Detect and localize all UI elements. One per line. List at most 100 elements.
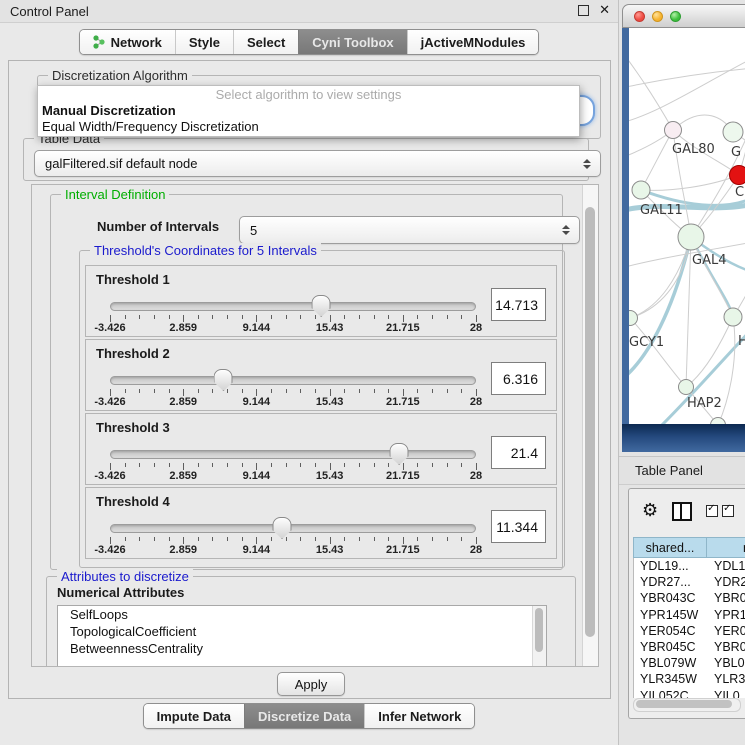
apply-button[interactable]: Apply <box>277 672 345 696</box>
slider-thumb[interactable] <box>273 517 292 539</box>
table-cell[interactable]: YBL079W <box>634 655 708 671</box>
network-edge[interactable] <box>739 106 745 175</box>
table-cell[interactable]: YBR0 <box>708 639 745 655</box>
list-scrollbar[interactable] <box>532 606 546 667</box>
list-item[interactable]: TopologicalCoefficient <box>58 623 546 640</box>
table-cell[interactable]: YBR0 <box>708 590 745 606</box>
tick-mark <box>271 315 272 319</box>
table-row[interactable]: YDL19...YDL1 <box>634 558 745 574</box>
table-cell[interactable]: YIL0 <box>708 688 745 699</box>
table-row[interactable]: YDR27...YDR2 <box>634 574 745 590</box>
slider-thumb[interactable] <box>214 369 233 391</box>
mac-zoom-icon[interactable] <box>670 11 681 22</box>
slider-track[interactable] <box>110 302 476 311</box>
tab-select[interactable]: Select <box>233 30 298 54</box>
table-row[interactable]: YER054CYER0 <box>634 623 745 639</box>
column-header[interactable]: shared... <box>633 537 707 558</box>
tick-mark <box>403 389 404 396</box>
network-canvas[interactable]: GAL80GCGAL11GAL4GCY1HHAP2 <box>629 28 745 424</box>
slider-track[interactable] <box>110 450 476 459</box>
tab-style[interactable]: Style <box>175 30 233 54</box>
slider-track[interactable] <box>110 524 476 533</box>
network-window-bottom-frame <box>622 424 745 452</box>
tick-label: 28 <box>470 322 482 334</box>
table-horizontal-scrollbar[interactable] <box>633 698 741 712</box>
network-node[interactable] <box>723 122 743 142</box>
tick-mark <box>388 537 389 541</box>
dropdown-option[interactable]: Manual Discretization <box>38 103 579 119</box>
slider-thumb[interactable] <box>312 295 331 317</box>
list-item[interactable]: BetweennessCentrality <box>58 640 546 657</box>
mac-close-icon[interactable] <box>634 11 645 22</box>
threshold-slider[interactable]: -3.4262.8599.14415.4321.71528 <box>110 296 476 334</box>
network-edge[interactable] <box>630 237 691 318</box>
tick-mark <box>169 463 170 467</box>
tick-mark <box>344 537 345 541</box>
network-edge[interactable] <box>629 68 745 88</box>
table-cell[interactable]: YBR043C <box>634 590 708 606</box>
table-cell[interactable]: YER054C <box>634 623 708 639</box>
float-icon[interactable] <box>578 5 589 16</box>
network-node[interactable] <box>632 181 650 199</box>
tab-cyni-toolbox[interactable]: Cyni Toolbox <box>298 30 406 54</box>
tick-mark <box>154 463 155 467</box>
table-cell[interactable]: YLR3 <box>708 671 745 687</box>
table-cell[interactable]: YBL0 <box>708 655 745 671</box>
table-cell[interactable]: YPR145W <box>634 607 708 623</box>
network-window-titlebar[interactable] <box>622 4 745 28</box>
threshold-slider[interactable]: -3.4262.8599.14415.4321.71528 <box>110 518 476 556</box>
threshold-value-field[interactable]: 6.316 <box>491 362 546 395</box>
table-cell[interactable]: YDL1 <box>708 558 745 574</box>
table-cell[interactable]: YER0 <box>708 623 745 639</box>
table-row[interactable]: YBL079WYBL0 <box>634 655 745 671</box>
table-cell[interactable]: YDR2 <box>708 574 745 590</box>
table-data-combobox[interactable]: galFiltered.sif default node <box>34 150 601 177</box>
tick-mark <box>212 389 213 393</box>
table-cell[interactable]: YPR1 <box>708 607 745 623</box>
tab-network[interactable]: Network <box>80 30 175 54</box>
threshold-value-field[interactable]: 14.713 <box>491 288 546 321</box>
dropdown-option[interactable]: Equal Width/Frequency Discretization <box>38 119 579 135</box>
network-edge[interactable] <box>629 58 745 123</box>
close-icon[interactable]: ✕ <box>599 4 610 16</box>
settings-scrollbar[interactable] <box>582 185 598 666</box>
threshold-slider[interactable]: -3.4262.8599.14415.4321.71528 <box>110 444 476 482</box>
network-node[interactable] <box>679 380 694 395</box>
checkbox-icon[interactable] <box>706 505 718 517</box>
network-edge[interactable] <box>629 237 691 380</box>
columns-icon[interactable] <box>672 502 692 521</box>
tab-jactivemnodules[interactable]: jActiveMNodules <box>407 30 539 54</box>
table-cell[interactable]: YDL19... <box>634 558 708 574</box>
table-row[interactable]: YLR345WYLR3 <box>634 671 745 687</box>
slider-thumb[interactable] <box>390 443 409 465</box>
table-cell[interactable]: YIL052C <box>634 688 708 699</box>
table-cell[interactable]: YDR27... <box>634 574 708 590</box>
tab-impute-data[interactable]: Impute Data <box>144 704 244 728</box>
network-node[interactable] <box>629 311 638 326</box>
gear-icon[interactable]: ⚙ <box>642 502 658 520</box>
table-row[interactable]: YPR145WYPR1 <box>634 607 745 623</box>
table-cell[interactable]: YBR045C <box>634 639 708 655</box>
tab-discretize-data[interactable]: Discretize Data <box>244 704 364 728</box>
slider-track[interactable] <box>110 376 476 385</box>
column-header[interactable]: n <box>707 537 745 558</box>
mac-minimize-icon[interactable] <box>652 11 663 22</box>
network-node[interactable] <box>730 166 745 185</box>
table-row[interactable]: YBR045CYBR0 <box>634 639 745 655</box>
table-cell[interactable]: YLR345W <box>634 671 708 687</box>
table-row[interactable]: YBR043CYBR0 <box>634 590 745 606</box>
threshold-slider[interactable]: -3.4262.8599.14415.4321.71528 <box>110 370 476 408</box>
network-edge[interactable] <box>630 237 691 318</box>
tick-label: -3.426 <box>94 322 125 334</box>
network-node[interactable] <box>678 224 704 250</box>
table-row[interactable]: YIL052CYIL0 <box>634 688 745 699</box>
network-edge[interactable] <box>641 130 673 190</box>
threshold-value-field[interactable]: 21.4 <box>491 436 546 469</box>
tab-infer-network[interactable]: Infer Network <box>364 704 474 728</box>
threshold-value-field[interactable]: 11.344 <box>491 510 546 543</box>
network-node[interactable] <box>665 122 682 139</box>
list-item[interactable]: SelfLoops <box>58 606 546 623</box>
checkbox-icon[interactable] <box>722 505 734 517</box>
number-of-intervals-combobox[interactable]: 5 <box>239 216 580 244</box>
network-node[interactable] <box>724 308 742 326</box>
